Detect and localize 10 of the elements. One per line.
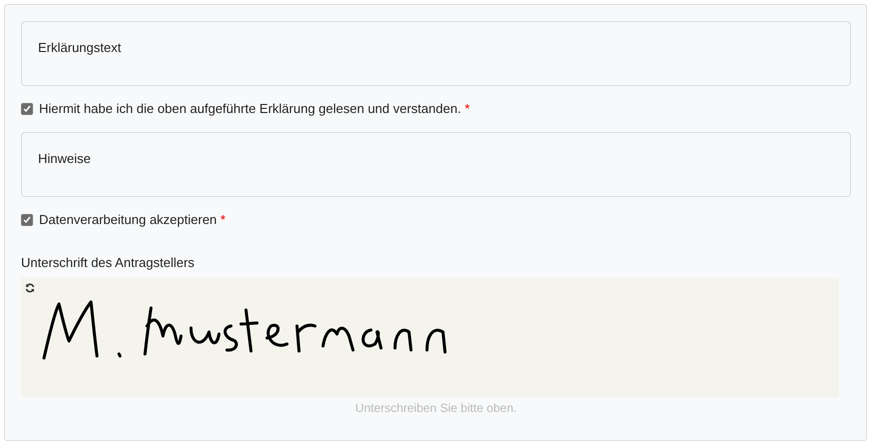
checkbox-label: Hiermit habe ich die oben aufgeführte Erklärung gelesen und verstanden. * bbox=[39, 101, 470, 116]
checkbox[interactable] bbox=[21, 214, 33, 226]
signature-pad[interactable] bbox=[21, 278, 839, 397]
checkbox-label: Datenverarbeitung akzeptieren * bbox=[39, 212, 226, 227]
refresh-icon[interactable] bbox=[25, 283, 35, 293]
signature-hint: Unterschreiben Sie bitte oben. bbox=[355, 401, 517, 415]
text-box: Erklärungstext bbox=[21, 21, 851, 86]
field-label: Unterschrift des Antragstellers bbox=[21, 255, 196, 270]
text-box: Hinweise bbox=[21, 132, 851, 197]
checkbox[interactable] bbox=[21, 102, 33, 114]
